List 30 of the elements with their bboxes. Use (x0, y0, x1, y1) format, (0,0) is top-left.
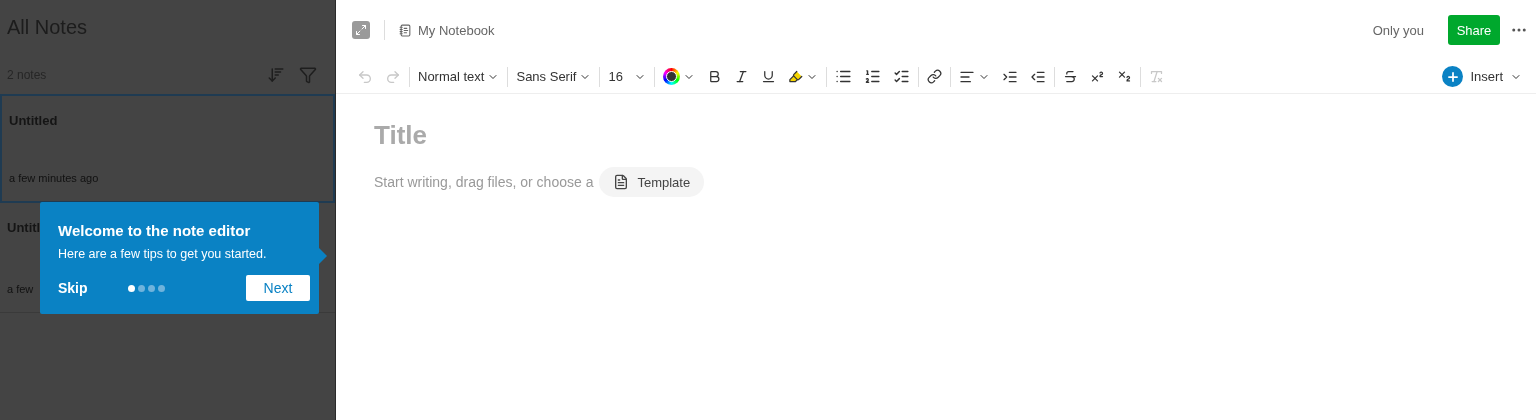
expand-icon (355, 24, 367, 36)
clear-formatting-icon (1149, 69, 1165, 84)
notebook-link[interactable]: My Notebook (399, 22, 495, 38)
skip-button[interactable]: Skip (58, 280, 88, 296)
redo-icon (385, 68, 401, 85)
strikethrough-icon (1063, 69, 1079, 84)
numbered-list-icon (864, 68, 882, 85)
expand-button[interactable] (352, 21, 370, 39)
superscript-icon (1090, 69, 1106, 84)
subscript-icon (1117, 69, 1133, 84)
checklist-icon (893, 68, 911, 85)
font-dropdown[interactable]: Sans Serif (510, 63, 598, 90)
style-dropdown[interactable]: Normal text (412, 63, 506, 90)
tip-text: Here are a few tips to get you started. (58, 247, 268, 261)
highlighter-icon (788, 69, 804, 84)
visibility-label[interactable]: Only you (1372, 22, 1424, 38)
share-button[interactable]: Share (1448, 15, 1500, 45)
insert-button[interactable]: Insert (1436, 65, 1528, 88)
link-icon (927, 69, 943, 84)
italic-icon (734, 69, 750, 84)
document-icon (613, 174, 630, 190)
undo-icon (357, 68, 373, 85)
bullet-list-icon (835, 68, 853, 85)
tip-title: Welcome to the note editor (58, 222, 252, 239)
next-button[interactable]: Next (246, 275, 310, 301)
size-dropdown[interactable]: 16 (602, 63, 653, 90)
notebook-icon (399, 23, 412, 37)
template-button[interactable]: Template (599, 167, 705, 197)
plus-icon (1442, 66, 1464, 87)
underline-icon (761, 69, 777, 84)
